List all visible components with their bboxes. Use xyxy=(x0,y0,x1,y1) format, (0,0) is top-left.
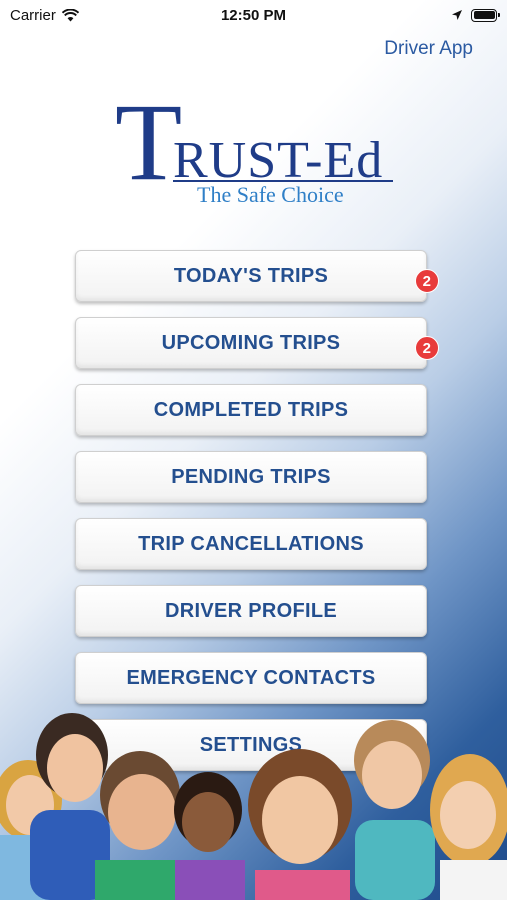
battery-icon xyxy=(471,8,500,22)
count-badge: 2 xyxy=(415,336,439,360)
trust-ed-logo: T RUST-Ed The Safe Choice xyxy=(115,87,405,212)
menu-button-label: PENDING TRIPS xyxy=(171,465,331,488)
wifi-icon xyxy=(61,8,79,21)
child-boy-right xyxy=(354,720,435,900)
menu-button-label: EMERGENCY CONTACTS xyxy=(126,666,376,689)
child-girl-center xyxy=(248,749,352,900)
status-bar: Carrier 12:50 PM xyxy=(0,0,507,30)
menu-button-label: TRIP CANCELLATIONS xyxy=(138,532,364,555)
count-badge: 2 xyxy=(415,269,439,293)
status-right xyxy=(451,8,500,22)
child-girl-right xyxy=(430,754,507,900)
menu-button-label: DRIVER PROFILE xyxy=(165,599,337,622)
completed-trips-button[interactable]: COMPLETED TRIPS xyxy=(75,384,427,436)
logo-tagline: The Safe Choice xyxy=(197,182,344,207)
pending-trips-button[interactable]: PENDING TRIPS xyxy=(75,451,427,503)
driver-app-link[interactable]: Driver App xyxy=(384,38,473,60)
menu-button-label: COMPLETED TRIPS xyxy=(153,398,349,421)
carrier-label: Carrier xyxy=(10,6,56,24)
child-girl-braids xyxy=(174,772,245,900)
emergency-contacts-button[interactable]: EMERGENCY CONTACTS xyxy=(75,652,427,704)
menu-button-label: TODAY'S TRIPS xyxy=(173,264,329,287)
upcoming-trips-button[interactable]: UPCOMING TRIPS 2 xyxy=(75,317,439,369)
children-photo xyxy=(0,713,507,900)
status-left: Carrier xyxy=(10,7,79,24)
menu-button-label: UPCOMING TRIPS xyxy=(161,331,341,354)
trip-cancellations-button[interactable]: TRIP CANCELLATIONS xyxy=(75,518,427,570)
location-arrow-icon xyxy=(452,10,462,20)
todays-trips-button[interactable]: TODAY'S TRIPS 2 xyxy=(75,250,439,302)
driver-profile-button[interactable]: DRIVER PROFILE xyxy=(75,585,427,637)
